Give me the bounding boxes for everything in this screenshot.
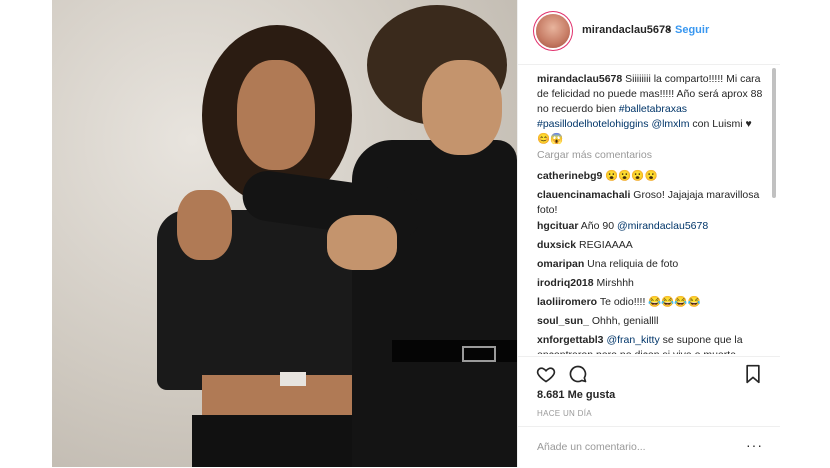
comment-user[interactable]: irodriq2018 — [537, 277, 594, 289]
likes-count[interactable]: 8.681 Me gusta — [537, 389, 615, 401]
comments-scrollbar[interactable] — [771, 64, 777, 354]
more-options-icon[interactable]: ··· — [746, 437, 763, 453]
comment-item: duxsick REGIAAAA — [537, 238, 763, 253]
comment-item: clauencinamachali Groso! Jajajaja maravi… — [537, 188, 763, 218]
separator-dot: • — [667, 24, 671, 36]
photo-cuff — [280, 372, 306, 386]
photo-man-hand — [327, 215, 397, 270]
comment-item: xnforgettabl3 @fran_kitty se supone que … — [537, 333, 763, 354]
avatar[interactable] — [536, 14, 570, 48]
comment-icon[interactable] — [568, 364, 588, 384]
photo-woman-waist — [202, 375, 352, 420]
comment-text: REGIAAAA — [576, 239, 633, 251]
bookmark-icon[interactable] — [743, 364, 763, 384]
follow-button[interactable]: Seguir — [675, 24, 709, 36]
heart-icon[interactable] — [536, 364, 556, 384]
mention-link[interactable]: @lmxlm — [651, 118, 689, 130]
comment-item: soul_sun_ Ohhh, geniallll — [537, 314, 763, 329]
post-sidebar: mirandaclau5678 • Seguir mirandaclau5678… — [517, 0, 780, 467]
comment-text: Ohhh, geniallll — [588, 315, 659, 327]
photo-man-face — [422, 60, 502, 155]
comment-item: omaripan Una reliquia de foto — [537, 257, 763, 272]
hashtag-link[interactable]: #pasillodelhotelohiggins — [537, 118, 649, 130]
photo-woman-face — [237, 60, 315, 170]
hashtag-link[interactable]: #balletabraxas — [619, 103, 687, 115]
comment-user[interactable]: soul_sun_ — [537, 315, 589, 327]
comment-text: Te odio!!!! 😂😂😂😂 — [597, 296, 701, 308]
comment-item: irodriq2018 Mirshhh — [537, 276, 763, 291]
comments-section[interactable]: mirandaclau5678 Siiiiiiii la comparto!!!… — [518, 64, 772, 354]
comment-user[interactable]: hgcituar — [537, 220, 578, 232]
comment-user[interactable]: duxsick — [537, 239, 576, 251]
scrollbar-thumb[interactable] — [772, 68, 776, 198]
comment-item: catherinebg9 😮😮😮😮 — [537, 169, 763, 184]
mention-link[interactable]: @fran_kitty — [606, 334, 659, 346]
action-bar — [518, 356, 780, 391]
post-caption: mirandaclau5678 Siiiiiiii la comparto!!!… — [537, 72, 763, 147]
header-username[interactable]: mirandaclau5678 — [582, 24, 671, 36]
comment-user[interactable]: omaripan — [537, 258, 584, 270]
comment-text: Una reliquia de foto — [584, 258, 679, 270]
comment-text: Mirshhh — [593, 277, 634, 289]
photo-woman-hand — [177, 190, 232, 260]
comment-user[interactable]: laoliiromero — [537, 296, 597, 308]
photo-belt-buckle — [462, 346, 496, 362]
post-timestamp[interactable]: HACE UN DÍA — [537, 409, 592, 418]
comment-user[interactable]: xnforgettabl3 — [537, 334, 604, 346]
add-comment-input[interactable]: Añade un comentario... — [537, 441, 646, 453]
comment-text: Año 90 — [578, 220, 617, 232]
post-photo[interactable] — [52, 0, 517, 467]
photo-woman-pants — [192, 415, 372, 467]
add-comment-area: Añade un comentario... ··· — [518, 426, 780, 468]
mention-link[interactable]: @mirandaclau5678 — [617, 220, 708, 232]
comment-user[interactable]: clauencinamachali — [537, 189, 630, 201]
comment-item: laoliiromero Te odio!!!! 😂😂😂😂 — [537, 295, 763, 310]
photo-belt — [392, 340, 517, 362]
comment-user[interactable]: catherinebg9 — [537, 170, 602, 182]
caption-author[interactable]: mirandaclau5678 — [537, 73, 622, 85]
post-header: mirandaclau5678 • Seguir — [518, 0, 780, 65]
load-more-comments[interactable]: Cargar más comentarios — [537, 149, 652, 161]
comment-item: hgcituar Año 90 @mirandaclau5678 — [537, 219, 763, 234]
comment-text: 😮😮😮😮 — [602, 170, 658, 182]
